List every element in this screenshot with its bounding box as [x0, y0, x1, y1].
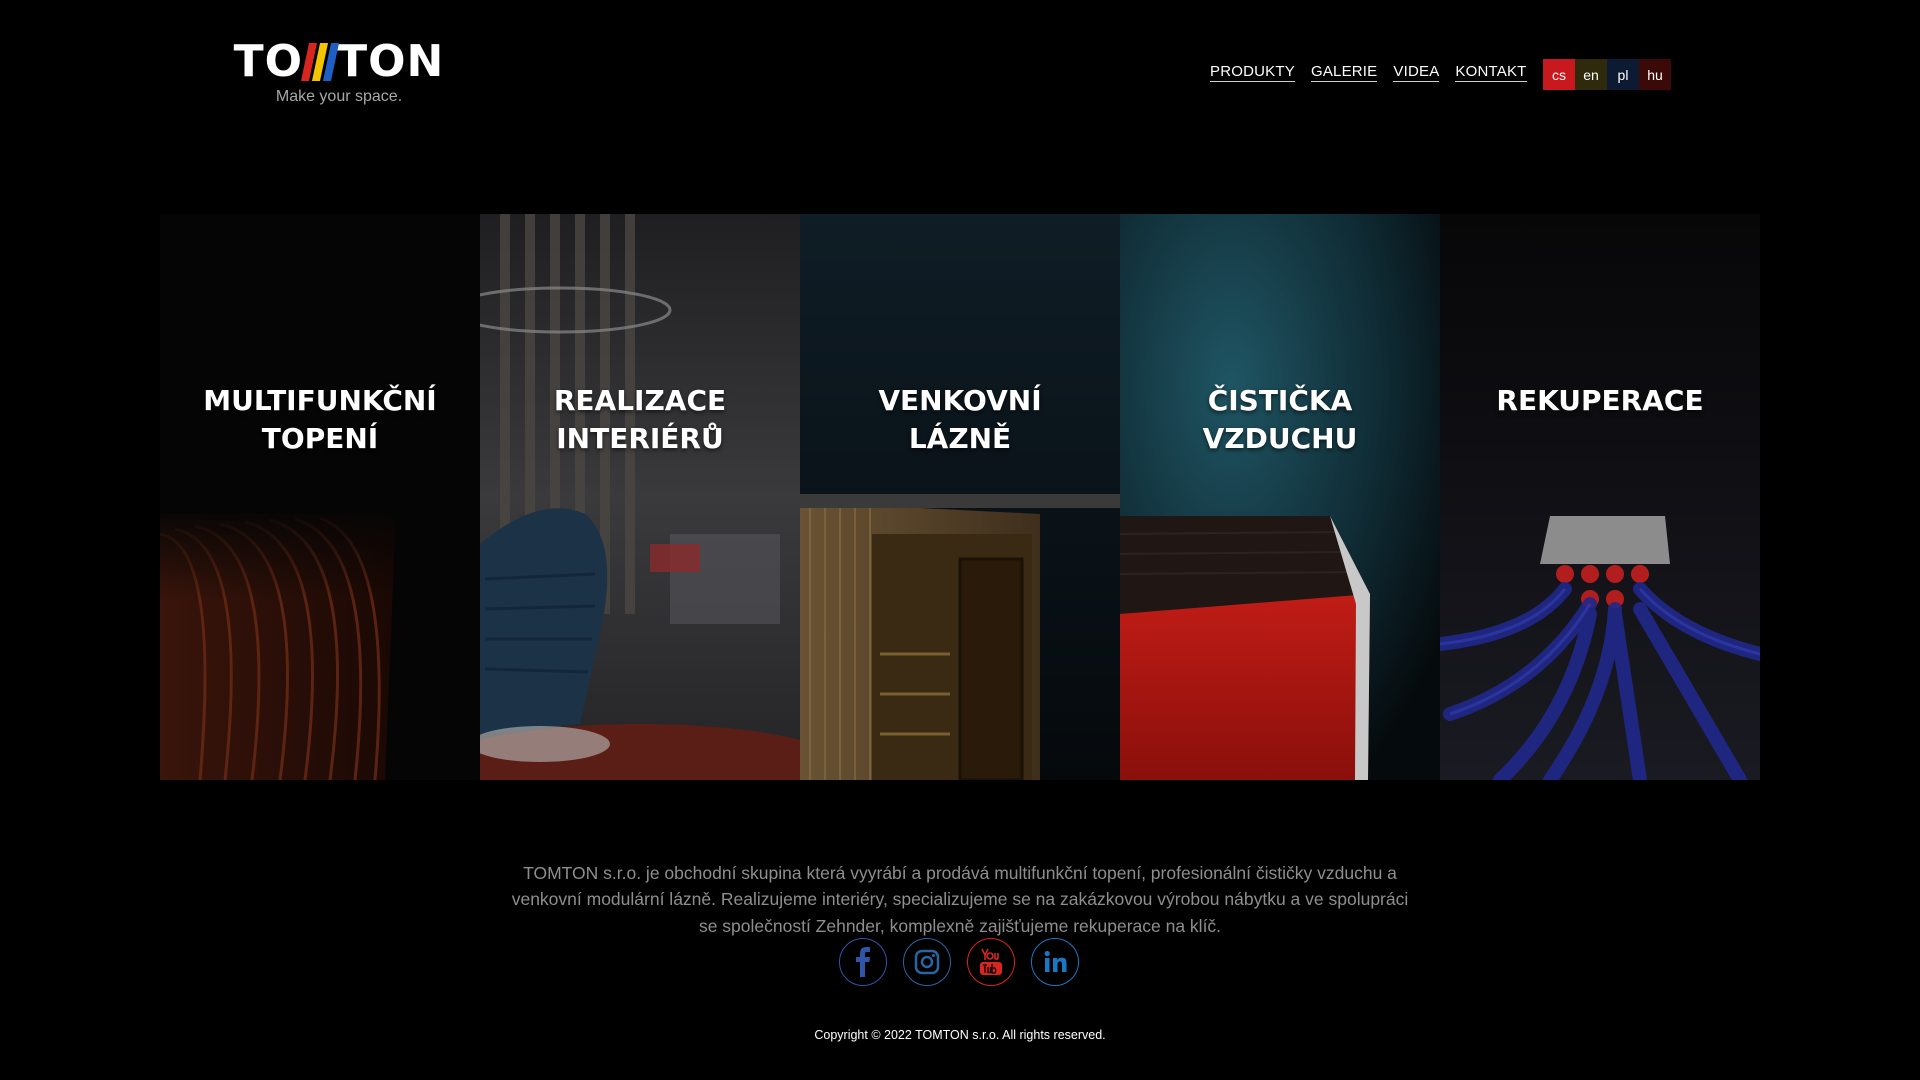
category-rekuperace[interactable]: REKUPERACE — [1440, 214, 1760, 780]
category-title: REALIZACE INTERIÉRŮ — [553, 384, 727, 455]
linkedin-icon[interactable] — [1031, 938, 1079, 986]
heater-image — [160, 504, 480, 780]
tagline: Make your space. — [275, 88, 403, 105]
category-title: ČISTIČKA VZDUCHU — [1202, 384, 1358, 455]
nav-kontakt[interactable]: KONTAKT — [1455, 63, 1527, 82]
lang-hu[interactable]: hu — [1639, 59, 1671, 90]
instagram-icon[interactable] — [903, 938, 951, 986]
air-purifier-image — [1120, 214, 1440, 780]
category-grid: MULTIFUNKČNÍ TOPENÍ REALIZACE INTERIÉRŮ … — [160, 214, 1760, 780]
interior-image — [480, 214, 800, 780]
copyright: Copyright © 2022 TOMTON s.r.o. All right… — [814, 1028, 1106, 1042]
ventilation-image — [1440, 214, 1760, 780]
facebook-icon[interactable] — [839, 938, 887, 986]
youtube-icon[interactable] — [967, 938, 1015, 986]
category-title: MULTIFUNKČNÍ TOPENÍ — [203, 384, 437, 455]
category-title: REKUPERACE — [1496, 384, 1704, 417]
lang-pl[interactable]: pl — [1607, 59, 1639, 90]
main-nav: PRODUKTY GALERIE VIDEA KONTAKT — [1210, 63, 1527, 82]
logo-text-left: TO — [233, 36, 304, 87]
category-realizace-interieru[interactable]: REALIZACE INTERIÉRŮ — [480, 214, 800, 780]
language-switcher: cs en pl hu — [1543, 59, 1671, 90]
sauna-image — [800, 214, 1120, 780]
category-title: VENKOVNÍ LÁZNĚ — [878, 384, 1042, 455]
logo[interactable]: TO TON Make your space. — [233, 38, 445, 106]
logo-wordmark: TO TON — [233, 38, 445, 86]
about-text: TOMTON s.r.o. je obchodní skupina která … — [511, 862, 1409, 936]
lang-cs[interactable]: cs — [1543, 59, 1575, 90]
logo-text-right: TON — [337, 36, 445, 87]
nav-produkty[interactable]: PRODUKTY — [1210, 63, 1295, 82]
nav-galerie[interactable]: GALERIE — [1310, 63, 1378, 82]
category-cisticka-vzduchu[interactable]: ČISTIČKA VZDUCHU — [1120, 214, 1440, 780]
lang-en[interactable]: en — [1575, 59, 1607, 90]
nav-videa[interactable]: VIDEA — [1393, 63, 1440, 82]
category-venkovni-lazne[interactable]: VENKOVNÍ LÁZNĚ — [800, 214, 1120, 780]
social-links — [839, 938, 1079, 986]
category-multifunkcni-topeni[interactable]: MULTIFUNKČNÍ TOPENÍ — [160, 214, 480, 780]
logo-bars-icon — [301, 43, 340, 81]
